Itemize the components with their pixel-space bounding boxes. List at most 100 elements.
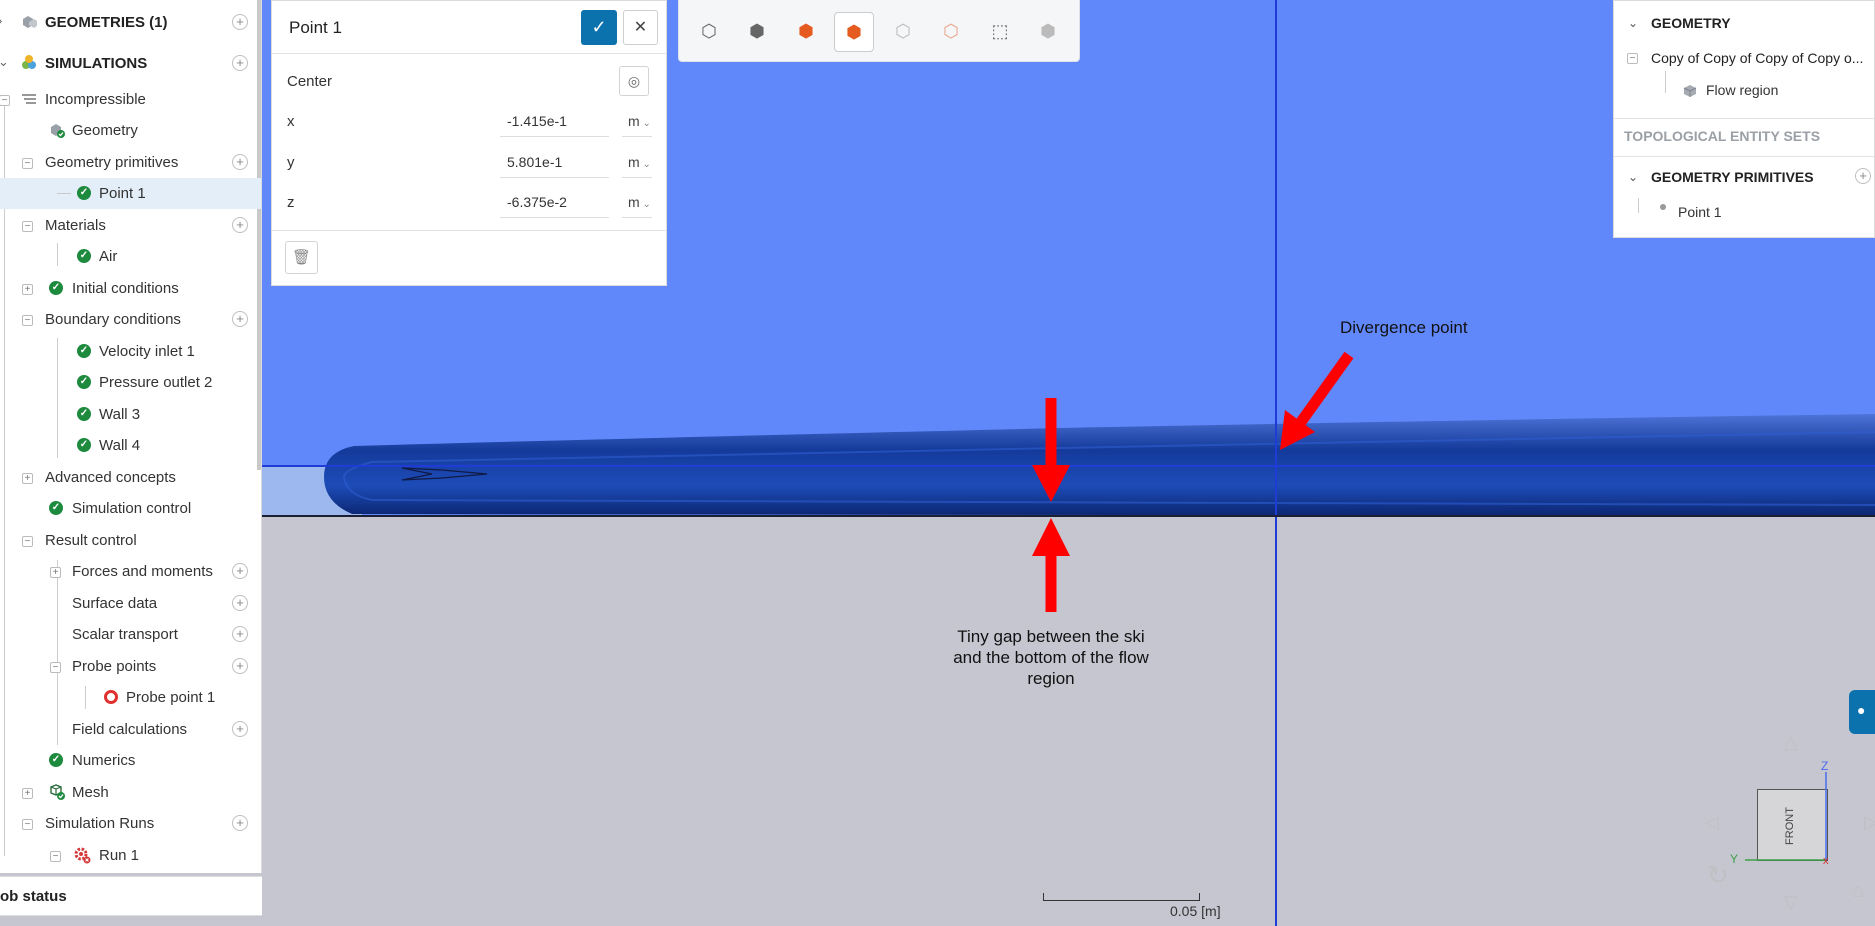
primitive-point-1[interactable]: Point 1 <box>1678 204 1722 220</box>
tree-item-geometry[interactable]: Geometry <box>0 115 261 146</box>
collapse-toggle[interactable]: − <box>22 158 33 169</box>
tree-item-probe-point-1[interactable]: Probe point 1 <box>0 682 261 713</box>
add-primitive-button[interactable]: + <box>1855 168 1871 184</box>
tree-item-pressure-outlet[interactable]: ✓ Pressure outlet 2 <box>0 367 261 398</box>
chevron-down-icon[interactable]: ⌄ <box>0 54 9 70</box>
tree-item-point-1[interactable]: ✓ Point 1 <box>0 178 261 209</box>
tree-item-boundary-conditions[interactable]: − Boundary conditions + <box>0 304 261 335</box>
tree-item-air[interactable]: ✓ Air <box>0 241 261 272</box>
tree-label-simulations: SIMULATIONS <box>45 55 148 72</box>
divergence-annotation: Divergence point <box>1340 318 1468 337</box>
tree-item-result-control[interactable]: − Result control <box>0 525 261 556</box>
y-unit-select[interactable]: m ⌄ <box>622 146 652 178</box>
tree-item-velocity-inlet[interactable]: ✓ Velocity inlet 1 <box>0 336 261 367</box>
collapse-toggle[interactable]: − <box>50 851 61 862</box>
tree-item-forces-and-moments[interactable]: + Forces and moments + <box>0 556 261 587</box>
collapse-toggle[interactable]: − <box>22 536 33 547</box>
tree-item-field-calculations[interactable]: Field calculations + <box>0 714 261 745</box>
add-boundary-condition-button[interactable]: + <box>232 311 248 327</box>
tree-label: Wall 3 <box>99 406 141 423</box>
point-cube-button[interactable]: ⬡ <box>883 12 923 52</box>
add-forces-button[interactable]: + <box>232 563 248 579</box>
add-field-calculation-button[interactable]: + <box>232 721 248 737</box>
rotate-down-icon[interactable]: ▽ <box>1784 892 1798 913</box>
geometry-name[interactable]: Copy of Copy of Copy of Copy o... <box>1651 50 1863 66</box>
chevron-down-icon[interactable]: ⌄ <box>1628 16 1638 30</box>
orange-cube-button[interactable]: ⬢ <box>786 12 826 52</box>
tree-item-simulation-control[interactable]: ✓ Simulation control <box>0 493 261 524</box>
hide-button[interactable]: ⬢ <box>1028 12 1068 52</box>
rotate-right-icon[interactable]: ▷ <box>1864 812 1875 833</box>
tree-item-wall-4[interactable]: ✓ Wall 4 <box>0 430 261 461</box>
expand-toggle[interactable]: + <box>50 567 61 578</box>
add-primitive-button[interactable]: + <box>232 154 248 170</box>
check-icon: ✓ <box>77 249 91 263</box>
z-input[interactable]: -6.375e-2 <box>500 186 609 218</box>
job-status-bar[interactable]: ob status <box>0 876 262 916</box>
tree-item-advanced-concepts[interactable]: + Advanced concepts <box>0 462 261 493</box>
solid-view-button[interactable]: ⬢ <box>737 12 777 52</box>
expand-toggle[interactable]: + <box>22 284 33 295</box>
collapse-toggle[interactable]: − <box>22 221 33 232</box>
chevron-right-icon[interactable]: › <box>0 13 2 28</box>
expand-toggle[interactable]: + <box>22 473 33 484</box>
collapse-toggle[interactable]: − <box>22 819 33 830</box>
check-icon: ✓ <box>77 186 91 200</box>
tree-item-simulation-runs[interactable]: − Simulation Runs + <box>0 808 261 839</box>
confirm-button[interactable]: ✓ <box>581 10 617 45</box>
x-input[interactable]: -1.415e-1 <box>500 105 609 137</box>
tree-label: Field calculations <box>72 721 188 738</box>
tree-item-geometry-primitives[interactable]: − Geometry primitives + <box>0 147 261 178</box>
rotate-view-icon[interactable]: ↻ <box>1707 860 1729 891</box>
tree-item-geometries[interactable]: › GEOMETRIES (1) + <box>0 7 261 38</box>
box-select-button[interactable]: ⬚ <box>980 12 1020 52</box>
z-unit-select[interactable]: m ⌄ <box>622 186 652 218</box>
tree-item-simulations[interactable]: ⌄ SIMULATIONS + <box>0 48 261 79</box>
tree-label: Surface data <box>72 595 158 612</box>
add-material-button[interactable]: + <box>232 217 248 233</box>
tree-item-surface-data[interactable]: Surface data + <box>0 588 261 619</box>
collapse-toggle[interactable]: − <box>22 315 33 326</box>
tree-item-probe-points[interactable]: − Probe points + <box>0 651 261 682</box>
error-ring-icon <box>104 690 118 704</box>
add-surface-data-button[interactable]: + <box>232 595 248 611</box>
pick-point-button[interactable]: ◎ <box>619 66 649 96</box>
tree-item-incompressible[interactable]: − Incompressible <box>0 84 261 115</box>
rotate-left-icon[interactable]: ◁ <box>1705 812 1719 833</box>
faded-cube-button[interactable]: ⬡ <box>931 12 971 52</box>
tree-item-wall-3[interactable]: ✓ Wall 3 <box>0 399 261 430</box>
chat-button[interactable]: ● <box>1849 690 1875 734</box>
tree-item-scalar-transport[interactable]: Scalar transport + <box>0 619 261 650</box>
tree-guide-line <box>57 193 71 194</box>
chevron-down-icon[interactable]: ⌄ <box>1628 170 1638 184</box>
box-select-icon: ⬚ <box>991 21 1009 41</box>
tree-item-initial-conditions[interactable]: + ✓ Initial conditions <box>0 273 261 304</box>
collapse-toggle[interactable]: − <box>0 95 10 106</box>
close-button[interactable]: ✕ <box>623 10 658 45</box>
tree-item-materials[interactable]: − Materials + <box>0 210 261 241</box>
tree-item-mesh[interactable]: + Mesh <box>0 777 261 808</box>
wireframe-view-button[interactable]: ⬡ <box>689 12 729 52</box>
add-probe-point-button[interactable]: + <box>232 658 248 674</box>
point-properties-panel: Point 1 ✓ ✕ Center ◎ x -1.415e-1 m ⌄ y 5… <box>271 0 667 286</box>
tree-item-numerics[interactable]: ✓ Numerics <box>0 745 261 776</box>
expand-toggle[interactable]: + <box>22 788 33 799</box>
flow-region-label[interactable]: Flow region <box>1706 82 1778 98</box>
add-geometry-button[interactable]: + <box>232 14 248 30</box>
add-scalar-transport-button[interactable]: + <box>232 626 248 642</box>
add-simulation-run-button[interactable]: + <box>232 815 248 831</box>
x-unit-select[interactable]: m ⌄ <box>622 105 652 137</box>
check-icon: ✓ <box>77 407 91 421</box>
y-input[interactable]: 5.801e-1 <box>500 146 609 178</box>
collapse-toggle[interactable]: − <box>1627 53 1638 64</box>
add-simulation-button[interactable]: + <box>232 55 248 71</box>
center-label: Center <box>287 73 333 90</box>
collapse-toggle[interactable]: − <box>50 662 61 673</box>
topological-sets-header[interactable]: TOPOLOGICAL ENTITY SETS <box>1624 128 1820 144</box>
home-view-icon[interactable]: ⌂ <box>1852 880 1864 903</box>
rotate-up-icon[interactable]: △ <box>1784 732 1798 753</box>
tree-label: Run 1 <box>99 847 140 864</box>
delete-button[interactable]: 🗑 <box>285 241 318 274</box>
selection-cube-button[interactable]: ⬢ <box>834 12 874 52</box>
tree-item-run-1[interactable]: − Run 1 <box>0 840 261 871</box>
